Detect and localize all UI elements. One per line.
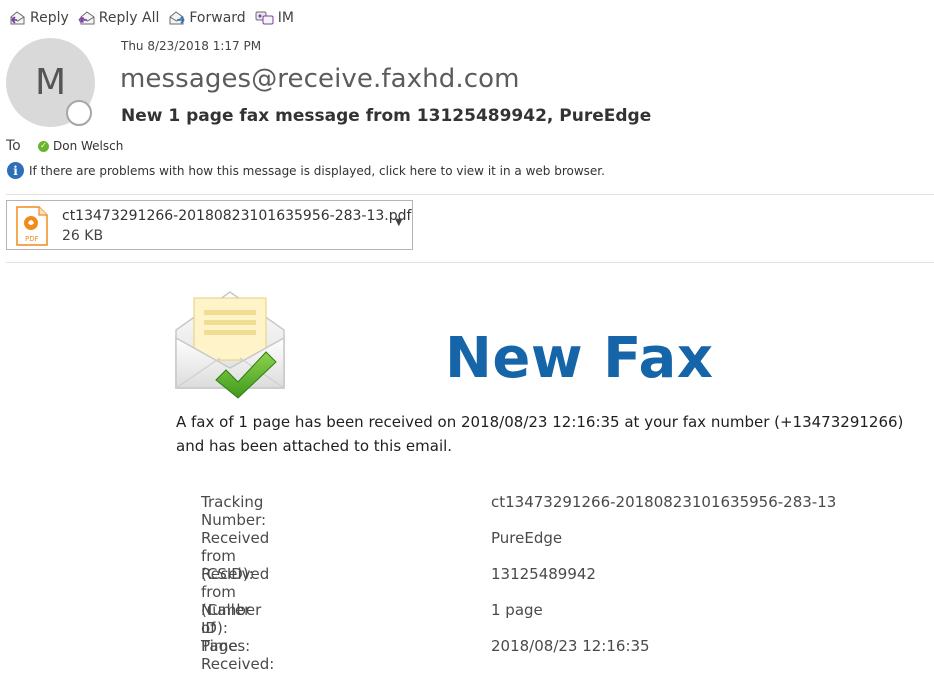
- attachment-filename: ct13473291266-20180823101635956-283-13.p…: [62, 208, 412, 224]
- forward-label: Forward: [189, 10, 246, 26]
- info-bar[interactable]: i If there are problems with how this me…: [7, 162, 605, 179]
- attachment-size: 26 KB: [62, 228, 104, 244]
- reply-icon: [8, 9, 28, 27]
- recipient-name: Don Welsch: [53, 139, 124, 153]
- detail-value: 2018/08/23 12:16:35: [491, 637, 650, 655]
- reply-label: Reply: [30, 10, 69, 26]
- info-text: If there are problems with how this mess…: [29, 163, 605, 178]
- reply-all-button[interactable]: Reply All: [77, 9, 160, 27]
- reply-all-label: Reply All: [98, 10, 160, 26]
- chevron-down-icon[interactable]: ▼: [395, 217, 403, 228]
- detail-value: 1 page: [491, 601, 543, 619]
- pdf-type-label: PDF: [25, 235, 39, 243]
- im-button[interactable]: IM: [254, 9, 294, 27]
- pdf-file-icon: PDF: [15, 206, 49, 250]
- forward-button[interactable]: Forward: [167, 9, 246, 27]
- message-subject: New 1 page fax message from 13125489942,…: [121, 106, 652, 126]
- message-toolbar: Reply Reply All Forward IM: [8, 7, 294, 29]
- sender-address[interactable]: messages@receive.faxhd.com: [120, 64, 520, 94]
- header-divider: [6, 194, 934, 195]
- detail-value: PureEdge: [491, 529, 563, 547]
- presence-icon: [66, 100, 92, 126]
- avatar-initial: M: [34, 62, 67, 103]
- info-icon: i: [7, 162, 24, 179]
- forward-icon: [167, 9, 187, 27]
- message-date: Thu 8/23/2018 1:17 PM: [121, 39, 262, 53]
- body-divider: [6, 262, 934, 263]
- detail-value: 13125489942: [491, 565, 596, 583]
- fax-intro-text: A fax of 1 page has been received on 201…: [176, 413, 904, 455]
- reply-button[interactable]: Reply: [8, 9, 69, 27]
- to-label: To: [6, 138, 21, 154]
- new-fax-title: New Fax: [445, 326, 714, 391]
- detail-label: Time Received:: [201, 637, 275, 673]
- detail-label: Tracking Number:: [201, 493, 267, 529]
- email-reading-pane: Reply Reply All Forward IM M Thu 8/23/20…: [0, 0, 934, 690]
- available-check-icon: ✓: [38, 140, 49, 152]
- im-label: IM: [277, 10, 294, 26]
- envelope-check-icon: [172, 286, 294, 406]
- attachment-card[interactable]: PDF ct13473291266-20180823101635956-283-…: [6, 200, 413, 250]
- detail-value: ct13473291266-20180823101635956-283-13: [491, 493, 837, 511]
- im-icon: [254, 9, 276, 27]
- recipient[interactable]: ✓ Don Welsch: [38, 139, 123, 153]
- reply-all-icon: [77, 9, 97, 27]
